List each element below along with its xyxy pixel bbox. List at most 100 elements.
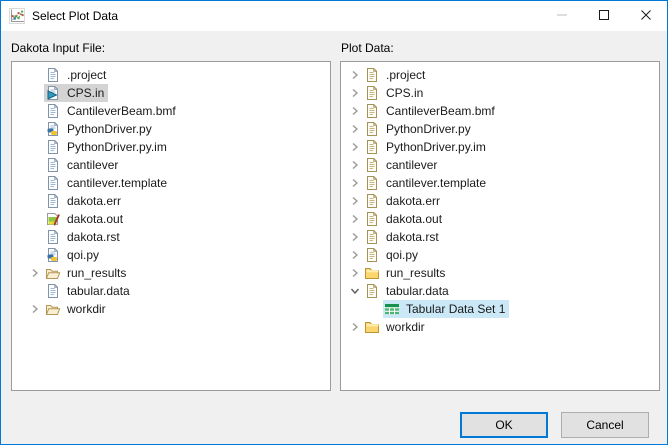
tree-item-qoi-py[interactable]: qoi.py xyxy=(12,246,330,264)
chevron-right-icon[interactable] xyxy=(346,193,363,209)
window-controls xyxy=(541,1,667,31)
file-tan-icon xyxy=(364,211,380,227)
tree-item-dakota-out[interactable]: dakota.out xyxy=(12,210,330,228)
chevron-right-icon[interactable] xyxy=(346,211,363,227)
maximize-icon xyxy=(599,9,609,23)
select-plot-data-dialog: Select Plot Data Dakota Input File: Plot… xyxy=(0,0,668,445)
chevron-slot xyxy=(25,229,44,245)
table-data-icon xyxy=(384,301,400,317)
tree-item-qoi-py[interactable]: qoi.py xyxy=(341,246,659,264)
chevron-slot xyxy=(25,157,44,173)
tree-item-cps-in[interactable]: CPS.in xyxy=(12,84,330,102)
file-tan-icon xyxy=(364,175,380,191)
cancel-button[interactable]: Cancel xyxy=(561,412,649,438)
file-tan-icon xyxy=(364,103,380,119)
tree-item-cantilever[interactable]: cantilever xyxy=(12,156,330,174)
ok-button[interactable]: OK xyxy=(460,412,548,438)
tree-item-label: PythonDriver.py xyxy=(67,122,152,136)
file-tan-icon xyxy=(364,139,380,155)
chevron-slot xyxy=(25,283,44,299)
file-tan-icon xyxy=(364,283,380,299)
tree-item-project[interactable]: .project xyxy=(341,66,659,84)
tree-item-pythondriver-py[interactable]: PythonDriver.py xyxy=(341,120,659,138)
chevron-right-icon[interactable] xyxy=(346,265,363,281)
file-tan-icon xyxy=(364,121,380,137)
chevron-right-icon[interactable] xyxy=(346,229,363,245)
tree-item-project[interactable]: .project xyxy=(12,66,330,84)
tree-item-label: PythonDriver.py xyxy=(386,122,471,136)
tree-item-dakota-err[interactable]: dakota.err xyxy=(12,192,330,210)
right-panel-label: Plot Data: xyxy=(341,41,394,55)
file-tan-icon xyxy=(364,67,380,83)
tree-item-workdir[interactable]: workdir xyxy=(341,318,659,336)
close-button[interactable] xyxy=(625,1,667,31)
tree-item-content: dakota.out xyxy=(363,210,446,228)
tree-item-tabular-data[interactable]: tabular.data xyxy=(341,282,659,300)
chevron-right-icon[interactable] xyxy=(346,121,363,137)
maximize-button[interactable] xyxy=(583,1,625,31)
dakota-input-file-tree: .project CPS.in CantileverBeam.bmf PythonDr… xyxy=(11,61,331,391)
chevron-right-icon[interactable] xyxy=(25,301,44,317)
chevron-slot xyxy=(25,211,44,227)
tree-item-cantileverbeam-bmf[interactable]: CantileverBeam.bmf xyxy=(12,102,330,120)
tree-item-cps-in[interactable]: CPS.in xyxy=(341,84,659,102)
chevron-slot xyxy=(25,193,44,209)
tree-item-cantilever[interactable]: cantilever xyxy=(341,156,659,174)
tree-item-tabular-data[interactable]: tabular.data xyxy=(12,282,330,300)
file-icon xyxy=(45,229,61,245)
tree-item-label: PythonDriver.py.im xyxy=(386,140,486,154)
tree-item-cantilever-template[interactable]: cantilever.template xyxy=(341,174,659,192)
tree-item-label: dakota.err xyxy=(67,194,122,208)
tree-item-label: dakota.rst xyxy=(386,230,439,244)
plot-data-tree: .project CPS.in CantileverBeam.bmf PythonDr… xyxy=(340,61,660,391)
chevron-right-icon[interactable] xyxy=(346,67,363,83)
tree-item-content: dakota.err xyxy=(363,192,444,210)
tree-item-tabular-data-set-1[interactable]: Tabular Data Set 1 xyxy=(341,300,659,318)
close-icon xyxy=(641,9,651,23)
tree-item-cantileverbeam-bmf[interactable]: CantileverBeam.bmf xyxy=(341,102,659,120)
chevron-right-icon[interactable] xyxy=(346,157,363,173)
tree-item-label: workdir xyxy=(386,320,425,334)
tree-item-label: run_results xyxy=(386,266,446,280)
file-tan-icon xyxy=(364,193,380,209)
tree-item-run-results[interactable]: run_results xyxy=(12,264,330,282)
tree-item-label: CPS.in xyxy=(386,86,424,100)
tree-item-dakota-err[interactable]: dakota.err xyxy=(341,192,659,210)
tree-item-dakota-out[interactable]: dakota.out xyxy=(341,210,659,228)
tree-item-label: cantilever.template xyxy=(386,176,487,190)
chevron-right-icon[interactable] xyxy=(346,139,363,155)
chevron-right-icon[interactable] xyxy=(346,175,363,191)
file-icon xyxy=(45,103,61,119)
chevron-down-icon[interactable] xyxy=(346,283,363,299)
tree-item-content: PythonDriver.py.im xyxy=(363,138,490,156)
tree-item-cantilever-template[interactable]: cantilever.template xyxy=(12,174,330,192)
tree-item-pythondriver-py-im[interactable]: PythonDriver.py.im xyxy=(12,138,330,156)
tree-item-dakota-rst[interactable]: dakota.rst xyxy=(12,228,330,246)
tree-item-run-results[interactable]: run_results xyxy=(341,264,659,282)
file-icon xyxy=(45,175,61,191)
tree-item-content: CPS.in xyxy=(363,84,427,102)
tree-item-content: dakota.out xyxy=(44,210,127,228)
minimize-button[interactable] xyxy=(541,1,583,31)
tree-item-pythondriver-py-im[interactable]: PythonDriver.py.im xyxy=(341,138,659,156)
tree-item-label: cantilever.template xyxy=(67,176,168,190)
tree-item-label: cantilever xyxy=(386,158,438,172)
chevron-slot xyxy=(25,175,44,191)
tree-item-content: CantileverBeam.bmf xyxy=(363,102,499,120)
tree-item-pythondriver-py[interactable]: PythonDriver.py xyxy=(12,120,330,138)
chevron-slot xyxy=(25,103,44,119)
file-tan-icon xyxy=(364,229,380,245)
chevron-right-icon[interactable] xyxy=(346,247,363,263)
minimize-icon xyxy=(557,9,567,23)
chevron-right-icon[interactable] xyxy=(346,103,363,119)
folder-closed-icon xyxy=(364,319,380,335)
chevron-right-icon[interactable] xyxy=(346,319,363,335)
tree-item-content: workdir xyxy=(44,300,110,318)
folder-closed-icon xyxy=(364,265,380,281)
tree-item-content: cantilever.template xyxy=(44,174,171,192)
tree-item-workdir[interactable]: workdir xyxy=(12,300,330,318)
chevron-right-icon[interactable] xyxy=(25,265,44,281)
chevron-right-icon[interactable] xyxy=(346,85,363,101)
tree-item-dakota-rst[interactable]: dakota.rst xyxy=(341,228,659,246)
tree-item-content: cantilever xyxy=(44,156,122,174)
